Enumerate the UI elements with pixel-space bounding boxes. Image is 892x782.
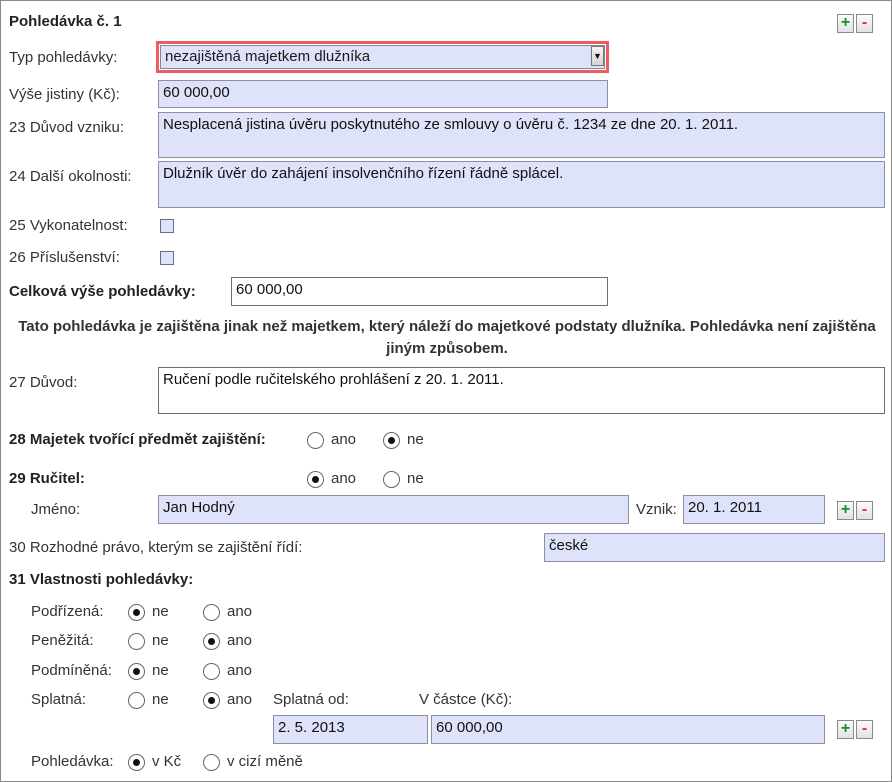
add-due-button[interactable]: + [837, 720, 854, 739]
subordinated-ano-radio[interactable] [203, 604, 220, 621]
guarantor-label: 29 Ručitel: [9, 470, 85, 487]
principal-label: Výše jistiny (Kč): [9, 86, 120, 103]
origin-reason-field[interactable]: Nesplacená jistina úvěru poskytnutého ze… [158, 112, 885, 158]
subordinated-label: Podřízená: [31, 603, 104, 620]
governing-law-label: 30 Rozhodné právo, kterým se zajištění ř… [9, 539, 303, 556]
due-from-field[interactable]: 2. 5. 2013 [273, 715, 428, 744]
claim-form: Pohledávka č. 1 + - Typ pohledávky: neza… [0, 0, 892, 782]
collateral-ne-radio[interactable] [383, 432, 400, 449]
total-amount-label: Celková výše pohledávky: [9, 283, 196, 300]
guarantor-origin-field[interactable]: 20. 1. 2011 [683, 495, 825, 524]
accessories-checkbox[interactable] [160, 251, 174, 265]
guarantor-name-field[interactable]: Jan Hodný [158, 495, 629, 524]
monetary-ano-label: ano [227, 632, 253, 649]
guarantor-ne-radio[interactable] [383, 471, 400, 488]
subordinated-ano-label: ano [227, 603, 253, 620]
conditional-ne-radio[interactable] [128, 663, 145, 680]
subordinated-ne-radio[interactable] [128, 604, 145, 621]
due-label: Splatná: [31, 691, 87, 708]
due-ano-radio[interactable] [203, 692, 220, 709]
currency-czk-label: v Kč [152, 753, 182, 770]
guarantor-name-label: Jméno: [31, 501, 81, 518]
remove-claim-button[interactable]: - [856, 14, 873, 33]
claim-type-label: Typ pohledávky: [9, 49, 118, 66]
page-title: Pohledávka č. 1 [9, 13, 122, 30]
collateral-ne-label: ne [407, 431, 424, 448]
governing-law-field[interactable]: české [544, 533, 885, 562]
principal-field[interactable]: 60 000,00 [158, 80, 608, 108]
reason-label: 27 Důvod: [9, 374, 78, 391]
monetary-label: Peněžitá: [31, 632, 94, 649]
currency-label: Pohledávka: [31, 753, 114, 770]
conditional-ne-label: ne [152, 662, 169, 679]
security-note: Tato pohledávka je zajištěna jinak než m… [18, 318, 876, 357]
due-ano-label: ano [227, 691, 253, 708]
due-amount-label: V částce (Kč): [419, 691, 513, 708]
remove-due-button[interactable]: - [856, 720, 873, 739]
due-amount-field[interactable]: 60 000,00 [431, 715, 825, 744]
due-ne-label: ne [152, 691, 169, 708]
origin-reason-label: 23 Důvod vzniku: [9, 119, 125, 136]
accessories-label: 26 Příslušenství: [9, 249, 120, 266]
enforceability-label: 25 Vykonatelnost: [9, 217, 128, 234]
remove-guarantor-button[interactable]: - [856, 501, 873, 520]
collateral-ano-radio[interactable] [307, 432, 324, 449]
add-claim-button[interactable]: + [837, 14, 854, 33]
subordinated-ne-label: ne [152, 603, 169, 620]
total-amount-field[interactable]: 60 000,00 [231, 277, 608, 306]
claim-type-value: nezajištěná majetkem dlužníka [160, 45, 605, 69]
currency-foreign-label: v cizí měně [227, 753, 303, 770]
enforceability-checkbox[interactable] [160, 219, 174, 233]
chevron-down-icon[interactable]: ▼ [591, 46, 604, 66]
other-circumstances-label: 24 Další okolnosti: [9, 168, 132, 185]
collateral-label: 28 Majetek tvořící předmět zajištění: [9, 431, 266, 448]
guarantor-origin-label: Vznik: [636, 501, 677, 518]
monetary-ne-label: ne [152, 632, 169, 649]
conditional-ano-label: ano [227, 662, 253, 679]
due-from-label: Splatná od: [273, 691, 349, 708]
add-guarantor-button[interactable]: + [837, 501, 854, 520]
guarantor-ano-label: ano [331, 470, 357, 487]
guarantor-ano-radio[interactable] [307, 471, 324, 488]
monetary-ne-radio[interactable] [128, 633, 145, 650]
guarantor-ne-label: ne [407, 470, 424, 487]
other-circumstances-field[interactable]: Dlužník úvěr do zahájení insolvenčního ř… [158, 161, 885, 208]
conditional-ano-radio[interactable] [203, 663, 220, 680]
claim-type-select[interactable]: nezajištěná majetkem dlužníka ▼ [156, 41, 609, 73]
monetary-ano-radio[interactable] [203, 633, 220, 650]
collateral-ano-label: ano [331, 431, 357, 448]
reason-field[interactable]: Ručení podle ručitelského prohlášení z 2… [158, 367, 885, 414]
properties-label: 31 Vlastnosti pohledávky: [9, 571, 194, 588]
conditional-label: Podmíněná: [31, 662, 112, 679]
currency-czk-radio[interactable] [128, 754, 145, 771]
due-ne-radio[interactable] [128, 692, 145, 709]
currency-foreign-radio[interactable] [203, 754, 220, 771]
